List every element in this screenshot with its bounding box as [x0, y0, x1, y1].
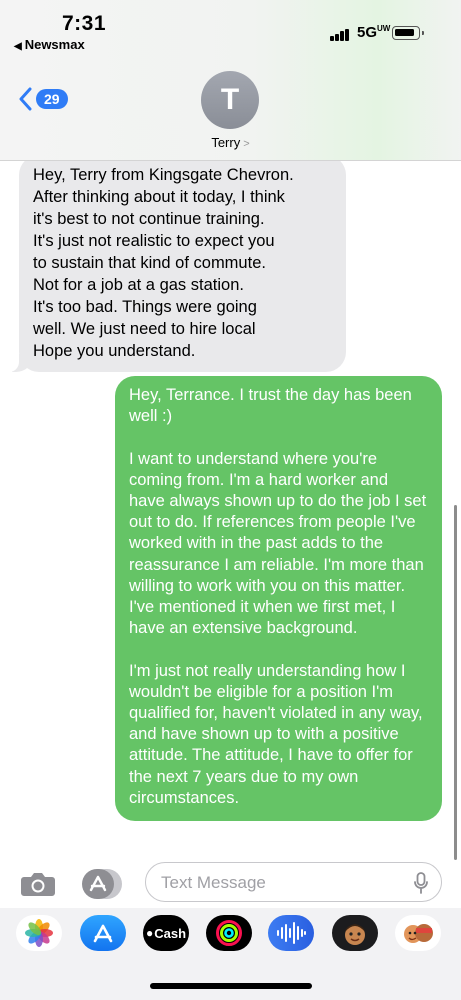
scroll-indicator [454, 505, 457, 860]
chevron-left-icon [19, 87, 32, 111]
camera-icon[interactable] [20, 871, 56, 897]
app-store-icon[interactable] [81, 868, 123, 900]
message-line: Hope you understand. [33, 342, 196, 360]
message-line: It's too bad. Things were going [33, 298, 257, 316]
message-input[interactable]: Text Message [145, 862, 442, 902]
incoming-message-bubble[interactable]: Hey, Terry from Kingsgate Chevron. After… [9, 161, 346, 372]
outgoing-message-bubble[interactable]: Hey, Terrance. I trust the day has been … [115, 376, 442, 822]
app-store-app-button[interactable] [80, 915, 126, 951]
app-store-icon [93, 924, 113, 943]
fitness-app-button[interactable] [206, 915, 252, 951]
memoji-stickers-app-button[interactable] [395, 915, 441, 951]
memoji-icon [345, 924, 365, 945]
unread-badge: 29 [36, 89, 68, 109]
audio-message-icon [277, 922, 306, 944]
compose-bar: Text Message [0, 860, 461, 908]
memoji-sticker-icon [404, 924, 433, 943]
photos-icon [25, 919, 53, 947]
battery-icon [392, 26, 424, 40]
contact-avatar[interactable]: T [201, 71, 259, 129]
network-label: 5G [357, 24, 378, 41]
apple-cash-app-button[interactable]: ● Cash [143, 915, 189, 951]
back-button[interactable]: 29 [18, 87, 68, 111]
back-app-label: Newsmax [24, 37, 85, 52]
network-sup-label: UW [377, 24, 391, 33]
message-list[interactable]: Hey, Terry from Kingsgate Chevron. After… [0, 161, 461, 861]
cellular-signal-icon [330, 28, 350, 41]
microphone-icon[interactable] [414, 872, 428, 894]
contact-name-button[interactable]: Terry > [0, 135, 461, 150]
message-input-placeholder: Text Message [161, 873, 266, 892]
message-line: it's best to not continue training. [33, 210, 265, 228]
message-line: After thinking about it today, I think [33, 188, 285, 206]
message-line: Hey, Terry from Kingsgate Chevron. [33, 166, 294, 184]
photos-app-button[interactable] [16, 915, 62, 951]
audio-message-app-button[interactable] [268, 915, 314, 951]
fitness-rings-icon [216, 920, 242, 946]
home-indicator[interactable] [150, 983, 312, 989]
status-time: 7:31 [62, 12, 107, 35]
chevron-right-icon: > [243, 138, 250, 150]
network-type: 5GUW [357, 24, 390, 41]
back-to-app-link[interactable]: ◀ Newsmax [14, 37, 85, 52]
memoji-app-button[interactable] [332, 915, 378, 951]
message-line: well. We just need to hire local [33, 320, 256, 338]
status-bar: 7:31 ◀ Newsmax 5GUW [0, 0, 461, 56]
apple-cash-label: Cash [154, 925, 187, 941]
contact-name: Terry [211, 135, 241, 150]
message-line: It's just not realistic to expect you [33, 232, 275, 250]
message-line: Not for a job at a gas station. [33, 276, 244, 294]
back-triangle-icon: ◀ [14, 41, 22, 52]
message-line: to sustain that kind of commute. [33, 254, 266, 272]
apple-cash-icon: ● [145, 926, 154, 940]
